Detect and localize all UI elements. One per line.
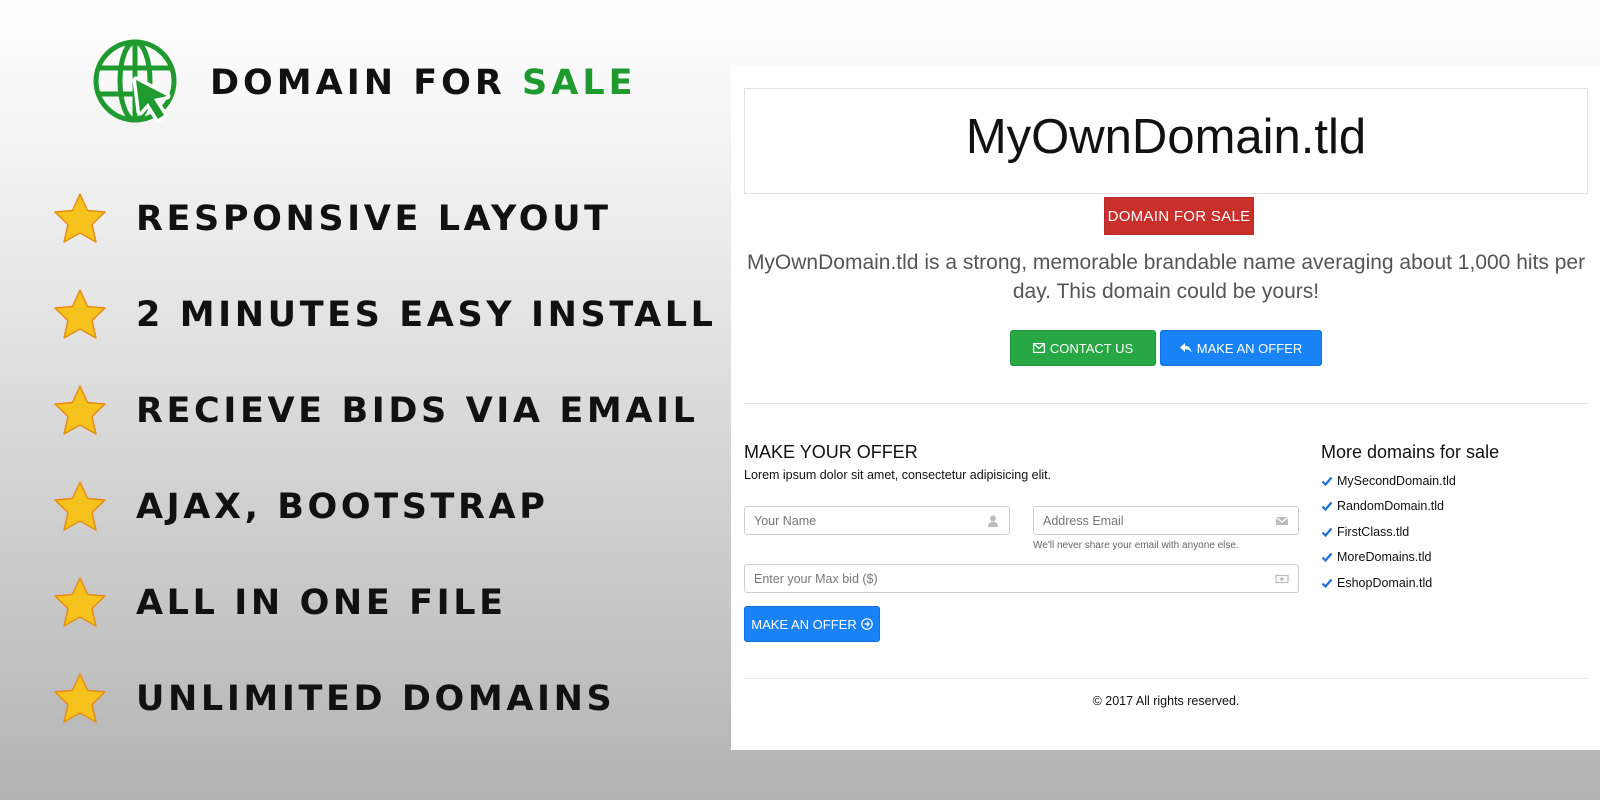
contact-us-button[interactable]: CONTACT US (1010, 330, 1156, 366)
max-bid-field[interactable] (744, 564, 1299, 593)
star-icon (54, 192, 106, 243)
feature-label: AJAX, BOOTSTRAP (136, 486, 549, 527)
domain-link[interactable]: FirstClass.tld (1337, 525, 1409, 539)
submit-offer-label: MAKE AN OFFER (751, 616, 857, 632)
domain-link[interactable]: EshopDomain.tld (1337, 576, 1432, 590)
check-icon (1321, 502, 1333, 512)
list-item: RandomDomain.tld (1321, 494, 1456, 520)
brand-title: DOMAIN FOR SALE (210, 63, 637, 103)
arrow-circle-right-icon (860, 618, 873, 630)
check-icon (1321, 553, 1333, 563)
feature-item: RESPONSIVE LAYOUT (52, 190, 717, 247)
sale-badge: DOMAIN FOR SALE (1104, 197, 1254, 235)
domain-header-box: MyOwnDomain.tld DOMAIN FOR SALE (744, 88, 1588, 235)
feature-list: RESPONSIVE LAYOUT 2 MINUTES EASY INSTALL… (52, 190, 717, 766)
check-icon (1321, 527, 1333, 537)
list-item: EshopDomain.tld (1321, 570, 1456, 596)
domain-description: MyOwnDomain.tld is a strong, memorable b… (746, 251, 1586, 303)
offer-form-subtitle: Lorem ipsum dolor sit amet, consectetur … (744, 468, 1052, 482)
more-domains-list: MySecondDomain.tld RandomDomain.tld Firs… (1321, 468, 1456, 596)
star-icon (54, 384, 106, 435)
star-icon (54, 576, 106, 627)
offer-form-title: MAKE YOUR OFFER (744, 442, 918, 462)
domain-title: MyOwnDomain.tld (965, 110, 1367, 164)
email-field[interactable] (1033, 506, 1299, 535)
envelope-icon (1032, 343, 1045, 353)
feature-item: ALL IN ONE FILE (52, 574, 717, 631)
star-icon (54, 672, 106, 723)
make-offer-button[interactable]: MAKE AN OFFER (1160, 330, 1322, 366)
feature-label: RESPONSIVE LAYOUT (136, 198, 612, 239)
more-domains-title: More domains for sale (1321, 442, 1500, 462)
feature-label: UNLIMITED DOMAINS (136, 678, 616, 719)
submit-offer-button[interactable]: MAKE AN OFFER (744, 606, 880, 642)
reply-icon (1179, 343, 1192, 353)
feature-item: RECIEVE BIDS VIA EMAIL (52, 382, 717, 439)
list-item: MoreDomains.tld (1321, 545, 1456, 571)
feature-label: RECIEVE BIDS VIA EMAIL (136, 390, 699, 431)
feature-item: UNLIMITED DOMAINS (52, 670, 717, 727)
max-bid-input[interactable] (754, 571, 1275, 586)
check-icon (1321, 578, 1333, 588)
feature-item: 2 MINUTES EASY INSTALL (52, 286, 717, 343)
name-input[interactable] (754, 513, 986, 528)
email-input[interactable] (1043, 513, 1275, 528)
feature-item: AJAX, BOOTSTRAP (52, 478, 717, 535)
divider (744, 678, 1588, 679)
list-item: MySecondDomain.tld (1321, 468, 1456, 494)
domain-link[interactable]: MoreDomains.tld (1337, 550, 1431, 564)
star-icon (54, 288, 106, 339)
domain-link[interactable]: RandomDomain.tld (1337, 499, 1444, 513)
money-icon (1275, 574, 1289, 583)
envelope-icon (1275, 516, 1289, 525)
list-item: FirstClass.tld (1321, 519, 1456, 545)
divider (744, 403, 1588, 404)
brand-header: DOMAIN FOR SALE (92, 38, 637, 128)
footer-copyright: © 2017 All rights reserved. (1092, 694, 1240, 708)
check-icon (1321, 476, 1333, 486)
feature-label: 2 MINUTES EASY INSTALL (136, 294, 717, 335)
name-field[interactable] (744, 506, 1010, 535)
user-icon (988, 515, 998, 527)
make-offer-label: MAKE AN OFFER (1196, 340, 1303, 356)
preview-panel: MyOwnDomain.tld DOMAIN FOR SALE MyOwnDom… (731, 66, 1600, 750)
star-icon (54, 480, 106, 531)
domain-link[interactable]: MySecondDomain.tld (1337, 474, 1456, 488)
contact-us-label: CONTACT US (1049, 340, 1134, 356)
feature-label: ALL IN ONE FILE (136, 582, 507, 623)
cta-buttons: CONTACT US MAKE AN OFFER (1010, 330, 1322, 366)
globe-cursor-icon (93, 39, 177, 123)
email-help-text: We'll never share your email with anyone… (1033, 540, 1239, 551)
